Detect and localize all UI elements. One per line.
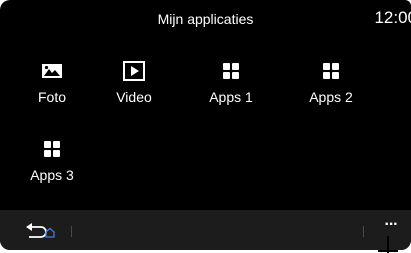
touch-cursor-base [378, 250, 398, 252]
bottom-bar: ··· [0, 210, 411, 250]
app-label: Apps 2 [309, 89, 353, 105]
app-apps-2[interactable]: Apps 2 [299, 61, 363, 117]
app-label: Foto [37, 89, 66, 105]
app-video[interactable]: Video [102, 61, 166, 117]
app-apps-3[interactable]: Apps 3 [20, 139, 84, 195]
app-foto[interactable]: Foto [20, 61, 84, 117]
app-apps-1[interactable]: Apps 1 [199, 61, 263, 117]
grid-icon [323, 63, 339, 79]
bar-divider [71, 226, 72, 237]
app-label: Apps 1 [209, 89, 253, 105]
app-label: Video [116, 89, 152, 105]
screen: Mijn applicaties 12:00 Foto Video Apps 1 [0, 0, 411, 250]
more-options-button[interactable]: ··· [379, 217, 403, 240]
play-icon [123, 61, 145, 81]
app-label: Apps 3 [30, 167, 74, 183]
page-title: Mijn applicaties [157, 11, 254, 27]
grid-icon [223, 63, 239, 79]
back-home-icon[interactable] [24, 220, 58, 240]
header: Mijn applicaties 12:00 [0, 0, 411, 40]
clock: 12:00 [374, 8, 411, 27]
bar-divider [363, 226, 364, 237]
photo-icon [42, 64, 62, 78]
grid-icon [44, 141, 60, 157]
